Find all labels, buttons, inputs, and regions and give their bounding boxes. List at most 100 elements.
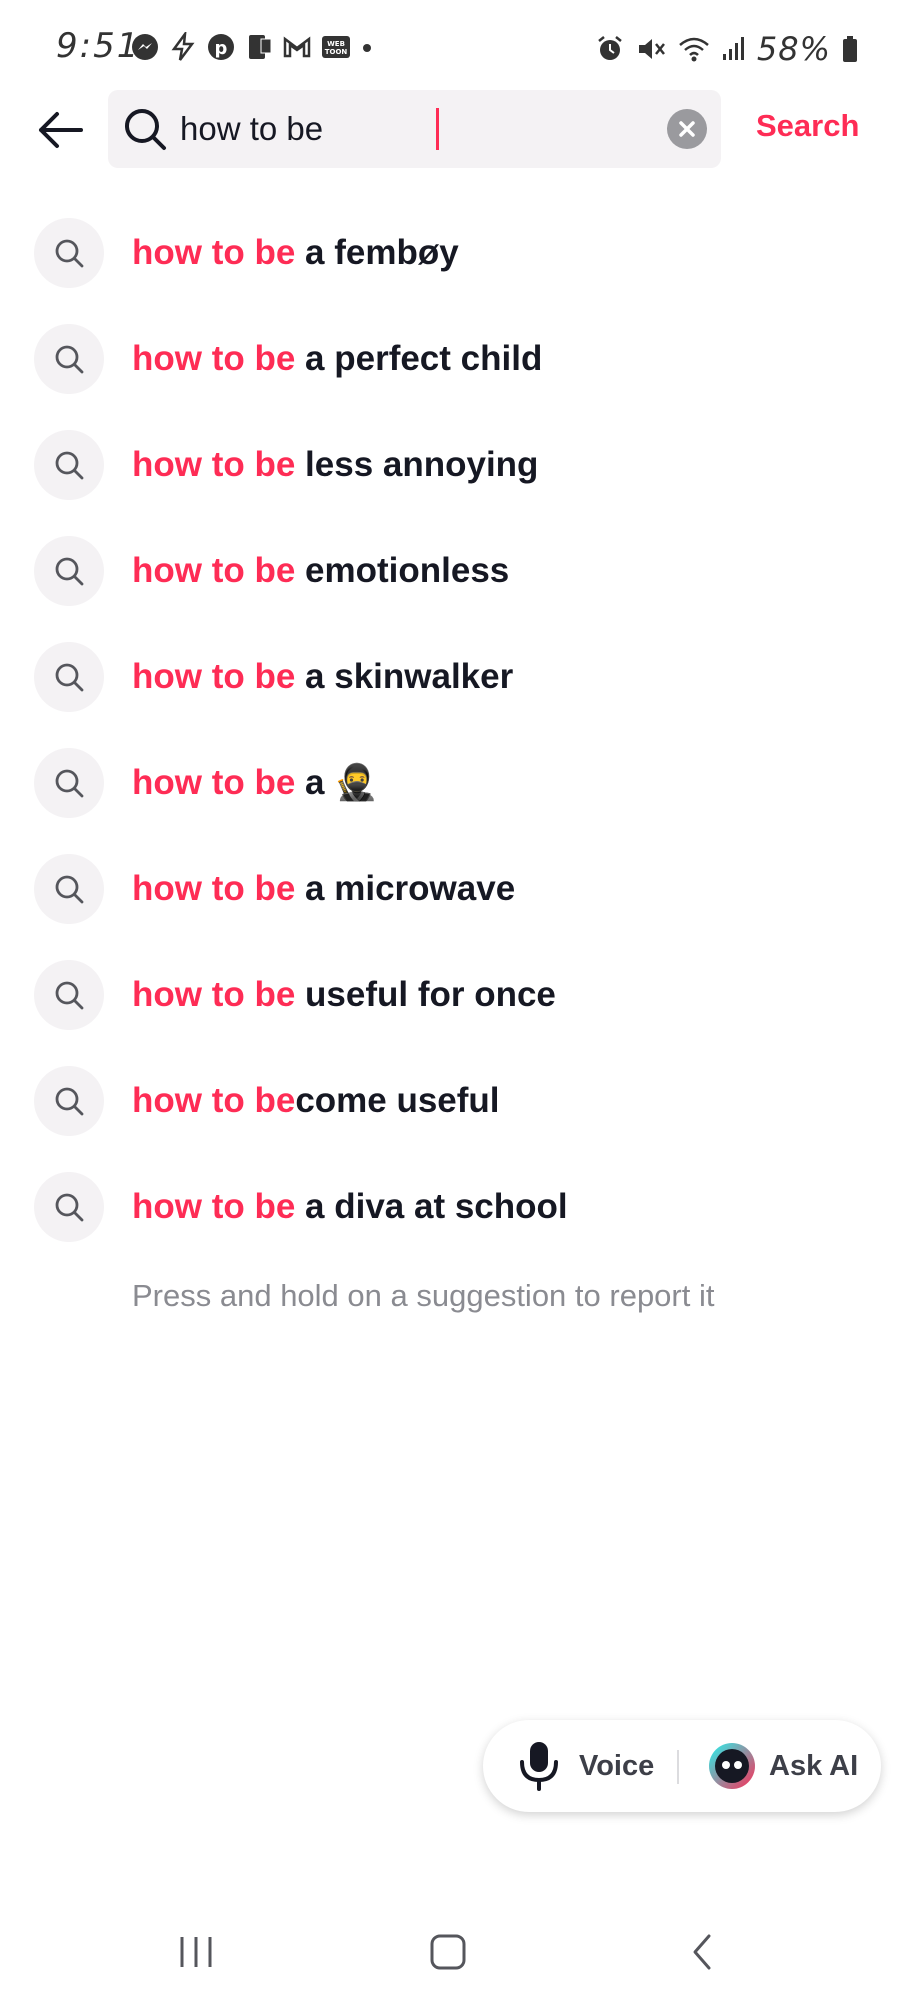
search-icon xyxy=(55,239,84,268)
suggestion-list: how to be a fembøy how to be a perfect c… xyxy=(0,200,899,1260)
suggestion-search-icon-wrap xyxy=(34,854,104,924)
suggestion-item[interactable]: how to be emotionless xyxy=(0,518,899,624)
arrow-left-icon xyxy=(39,112,83,148)
bolt-icon xyxy=(171,32,195,61)
search-icon xyxy=(55,663,84,692)
text-caret xyxy=(436,108,439,150)
suggestion-search-icon-wrap xyxy=(34,536,104,606)
suggestion-match: how to be xyxy=(132,657,296,696)
suggestion-match: how to be xyxy=(132,551,296,590)
suggestion-rest: a skinwalker xyxy=(295,657,514,696)
voice-button[interactable]: Voice xyxy=(517,1720,654,1812)
battery-icon xyxy=(843,36,857,62)
suggestion-match: how to be xyxy=(132,763,296,802)
wifi-icon xyxy=(679,37,709,62)
messenger-icon xyxy=(132,34,158,60)
recent-apps-icon xyxy=(180,1937,212,1967)
suggestion-rest: a diva at school xyxy=(295,1187,568,1226)
search-icon xyxy=(125,109,166,150)
search-box[interactable] xyxy=(108,90,721,168)
signal-icon xyxy=(722,37,744,60)
search-submit-button[interactable]: Search xyxy=(756,108,859,144)
suggestion-text: how to be useful for once xyxy=(132,942,556,1048)
suggestion-item[interactable]: how to be a fembøy xyxy=(0,200,899,306)
suggestion-text: how to be a perfect child xyxy=(132,306,542,412)
status-bar: 9:51 p WEB TOON 58% xyxy=(0,0,899,90)
voice-ai-pill: Voice Ask AI xyxy=(483,1720,881,1812)
battery-percent: 58% xyxy=(756,30,831,68)
suggestion-item[interactable]: how to be less annoying xyxy=(0,412,899,518)
ask-ai-label: Ask AI xyxy=(769,1749,859,1782)
suggestion-rest: a perfect child xyxy=(295,339,543,378)
search-icon xyxy=(55,557,84,586)
suggestion-item[interactable]: how to be a diva at school xyxy=(0,1154,899,1260)
ask-ai-button[interactable]: Ask AI xyxy=(707,1720,858,1812)
alarm-icon xyxy=(598,36,622,60)
suggestion-item[interactable]: how to be useful for once xyxy=(0,942,899,1048)
chevron-left-icon xyxy=(693,1934,711,1970)
suggestion-match: how to be xyxy=(132,445,296,484)
suggestion-rest: useful for once xyxy=(295,975,556,1014)
suggestion-match: how to be xyxy=(132,339,296,378)
voice-label: Voice xyxy=(579,1749,655,1782)
search-icon xyxy=(55,875,84,904)
suggestion-item[interactable]: how to be a perfect child xyxy=(0,306,899,412)
suggestion-match: how to be xyxy=(132,233,296,272)
notification-icons: p WEB TOON xyxy=(130,32,374,62)
svg-text:p: p xyxy=(215,38,228,59)
suggestion-search-icon-wrap xyxy=(34,960,104,1030)
clear-search-button[interactable] xyxy=(667,109,707,149)
webtoon-icon: WEBTOON xyxy=(322,36,350,58)
suggestion-text: how to be less annoying xyxy=(132,412,538,518)
suggestion-text: how to be a microwave xyxy=(132,836,515,942)
mute-icon xyxy=(638,39,665,59)
home-button[interactable] xyxy=(418,1922,478,1982)
suggestion-text: how to be emotionless xyxy=(132,518,509,624)
suggestion-text: how to become useful xyxy=(132,1048,500,1154)
suggestion-search-icon-wrap xyxy=(34,218,104,288)
suggestion-item[interactable]: how to be a microwave xyxy=(0,836,899,942)
status-time: 9:51 xyxy=(56,26,141,66)
more-notifications-dot-icon xyxy=(363,44,371,52)
search-icon xyxy=(55,451,84,480)
suggestion-match: how to be xyxy=(132,975,296,1014)
pinterest-icon: p xyxy=(208,34,234,60)
home-icon xyxy=(430,1934,466,1970)
suggestion-text: how to be a 🥷 xyxy=(132,730,378,836)
search-icon xyxy=(55,1193,84,1222)
suggestion-match: how to be xyxy=(132,1081,296,1120)
suggestion-text: how to be a diva at school xyxy=(132,1154,568,1260)
recent-apps-button[interactable] xyxy=(166,1922,226,1982)
system-back-button[interactable] xyxy=(672,1922,732,1982)
gmail-icon xyxy=(283,36,311,58)
svg-text:WEB: WEB xyxy=(327,40,345,48)
search-icon xyxy=(55,769,84,798)
suggestion-rest: come useful xyxy=(295,1081,500,1120)
suggestion-search-icon-wrap xyxy=(34,642,104,712)
suggestion-rest: a microwave xyxy=(295,869,516,908)
ask-ai-icon xyxy=(709,1743,755,1789)
suggestion-search-icon-wrap xyxy=(34,324,104,394)
suggestion-rest: less annoying xyxy=(295,445,539,484)
system-status: 58% xyxy=(595,30,859,68)
suggestion-item[interactable]: how to be a 🥷 xyxy=(0,730,899,836)
suggestion-text: how to be a skinwalker xyxy=(132,624,513,730)
suggestion-match: how to be xyxy=(132,869,296,908)
search-icon xyxy=(55,981,84,1010)
suggestion-rest: a 🥷 xyxy=(295,763,378,802)
clear-icon xyxy=(679,121,695,137)
suggestion-rest: emotionless xyxy=(295,551,510,590)
search-input[interactable] xyxy=(180,100,660,158)
search-header: Search xyxy=(0,90,899,170)
suggestion-rest: a fembøy xyxy=(295,233,459,272)
suggestion-search-icon-wrap xyxy=(34,748,104,818)
back-button[interactable] xyxy=(30,100,90,160)
report-hint: Press and hold on a suggestion to report… xyxy=(132,1278,715,1313)
microphone-icon xyxy=(520,1742,558,1791)
suggestion-match: how to be xyxy=(132,1187,296,1226)
suggestion-search-icon-wrap xyxy=(34,430,104,500)
suggestion-item[interactable]: how to become useful xyxy=(0,1048,899,1154)
search-icon xyxy=(55,1087,84,1116)
suggestion-item[interactable]: how to be a skinwalker xyxy=(0,624,899,730)
suggestion-search-icon-wrap xyxy=(34,1066,104,1136)
